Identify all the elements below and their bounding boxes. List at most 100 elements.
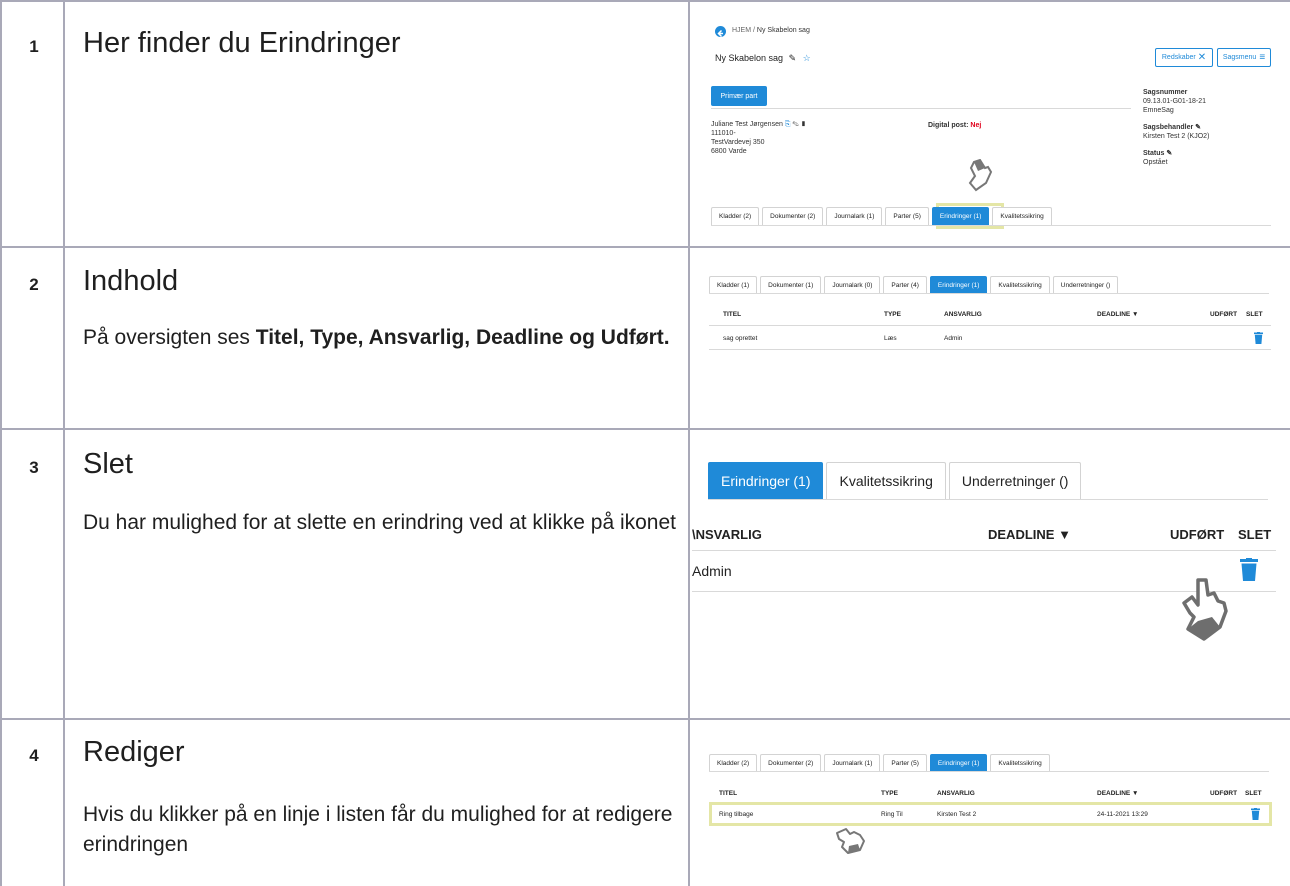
breadcrumb: HJEM / Ny Skabelon sag [732,27,810,34]
tab-bar: Kladder (2) Dokumenter (2) Journalark (1… [711,207,1052,225]
breadcrumb-home[interactable]: HJEM [732,27,751,34]
breadcrumb-current: Ny Skabelon sag [756,27,810,34]
sort-down-icon: ▼ [1058,527,1071,542]
document-icon[interactable]: ⎘ [785,121,791,128]
row-divider-2 [0,428,1290,430]
sagsmenu-button[interactable]: Sagsmenu ≡ [1217,48,1271,67]
digital-post: Digital post: Nej [928,122,981,129]
screenshot-delete-zoom: Erindringer (1) Kvalitetssikring Underre… [692,440,1282,700]
column-header-slet: SLET [1245,790,1262,797]
step-number: 1 [29,37,39,56]
cell-titel: sag oprettet [723,335,758,342]
column-header-udfort[interactable]: UDFØRT [1210,790,1237,797]
trash-icon[interactable]: ▮ [801,121,806,128]
column-header-titel[interactable]: TITEL [723,311,741,318]
step-title: Her finder du Erindringer [83,27,401,59]
column-header-udfort[interactable]: UDFØRT [1170,527,1224,542]
row-divider-1 [0,246,1290,248]
edit-pencil-icon[interactable]: ✎ [1166,150,1172,157]
back-arrow-icon[interactable] [715,26,726,38]
tab-kladder[interactable]: Kladder (1) [709,276,758,293]
step-description: Du har mulighed for at slette en erindri… [83,511,676,534]
tab-dokumenter[interactable]: Dokumenter (2) [760,754,822,771]
tab-erindringer[interactable]: Erindringer (1) [708,462,824,499]
column-header-type[interactable]: TYPE [881,790,898,797]
sagsmenu-label: Sagsmenu [1222,54,1257,61]
tab-parter[interactable]: Parter (5) [885,207,929,225]
tab-kladder[interactable]: Kladder (2) [711,207,760,225]
cell-deadline: 24-11-2021 13:29 [1097,811,1148,818]
step-title: Indhold [83,265,179,297]
header-rule [692,550,1276,551]
tab-kvalitetssikring[interactable]: Kvalitetssikring [992,207,1052,225]
pointing-hand-icon [836,828,865,854]
case-meta: Sagsnummer 09.13.01-G01-18-21 EmneSag Sa… [1143,88,1209,167]
sort-down-icon: ▼ [1132,790,1139,797]
trash-icon[interactable] [1254,332,1263,344]
tab-erindringer[interactable]: Erindringer (1) [931,207,990,225]
column-header-ansvarlig[interactable]: ANSVARLIG [944,311,982,318]
case-title-text: Ny Skabelon sag [715,53,784,63]
tab-parter[interactable]: Parter (5) [883,754,927,771]
step-title: Rediger [83,736,185,768]
step-description-bold: Titel, Type, Ansvarlig, Deadline og Udfø… [255,326,670,349]
tab-baseline [711,225,1271,226]
sagsnummer-value: 09.13.01-G01-18-21 [1143,98,1207,105]
party-cpr: 111010- [711,130,736,137]
header-rule [709,325,1271,326]
column-header-deadline[interactable]: DEADLINE ▼ [988,527,1071,542]
tab-dokumenter[interactable]: Dokumenter (1) [760,276,822,293]
edit-pencil-icon[interactable]: ✎ [1195,124,1201,131]
sagsnummer-label: Sagsnummer [1143,89,1188,96]
star-icon[interactable]: ☆ [803,53,811,63]
tab-erindringer[interactable]: Erindringer (1) [929,276,988,293]
cell-titel: Ring tilbage [719,811,754,818]
step-title: Slet [83,448,133,480]
column-header-titel[interactable]: TITEL [719,790,737,797]
tab-parter[interactable]: Parter (4) [883,276,927,293]
tab-kvalitetssikring[interactable]: Kvalitetssikring [990,754,1050,771]
step-number: 4 [29,746,39,765]
column-header-type[interactable]: TYPE [884,311,901,318]
digital-post-value: Nej [970,122,982,129]
primary-part-button[interactable]: Primær part [711,86,767,106]
edit-pencil-icon[interactable]: ✎ [792,121,798,128]
tab-journalark[interactable]: Journalark (1) [824,754,881,771]
column-header-deadline[interactable]: DEADLINE ▼ [1097,311,1138,318]
tab-bar: Erindringer (1) Kvalitetssikring Underre… [708,462,1082,499]
tab-baseline [709,293,1269,294]
column-header-ansvarlig[interactable]: \NSVARLIG [692,527,762,542]
column-header-ansvarlig[interactable]: ANSVARLIG [937,790,975,797]
cell-type: Læs [884,335,897,342]
tab-dokumenter[interactable]: Dokumenter (2) [762,207,824,225]
sagsbehandler-value: Kirsten Test 2 (KJO2) [1143,133,1210,140]
tab-erindringer[interactable]: Erindringer (1) [929,754,988,771]
column-header-udfort[interactable]: UDFØRT [1210,311,1237,318]
tab-journalark[interactable]: Journalark (0) [824,276,881,293]
tab-underretninger[interactable]: Underretninger () [1052,276,1119,293]
pointing-hand-icon [1182,578,1228,641]
party-name[interactable]: Juliane Test Jørgensen [711,121,783,128]
tab-baseline [708,499,1268,500]
tab-bar: Kladder (1) Dokumenter (1) Journalark (0… [709,276,1119,293]
party-city: 6800 Varde [711,148,747,155]
tab-underretninger[interactable]: Underretninger () [948,462,1082,499]
table-divider-image [688,0,690,886]
tab-kladder[interactable]: Kladder (2) [709,754,758,771]
screenshot-reminder-list: Kladder (1) Dokumenter (1) Journalark (0… [700,262,1280,362]
tab-journalark[interactable]: Journalark (1) [826,207,883,225]
party-name-line: Juliane Test Jørgensen ⎘ ✎ ▮ [711,120,806,129]
table-border-left [0,0,2,886]
edit-pencil-icon[interactable]: ✎ [789,53,797,63]
tab-baseline [709,771,1269,772]
tab-kvalitetssikring[interactable]: Kvalitetssikring [826,462,946,499]
redskaber-label: Redskaber [1161,54,1196,61]
case-title: Ny Skabelon sag ✎ ☆ [715,53,811,64]
trash-icon[interactable] [1240,558,1258,581]
tab-kvalitetssikring[interactable]: Kvalitetssikring [990,276,1050,293]
column-header-deadline[interactable]: DEADLINE ▼ [1097,790,1138,797]
redskaber-button[interactable]: Redskaber ✕ [1155,48,1213,67]
step-number: 2 [29,275,39,294]
sort-down-icon: ▼ [1132,311,1139,318]
trash-icon[interactable] [1251,808,1260,820]
